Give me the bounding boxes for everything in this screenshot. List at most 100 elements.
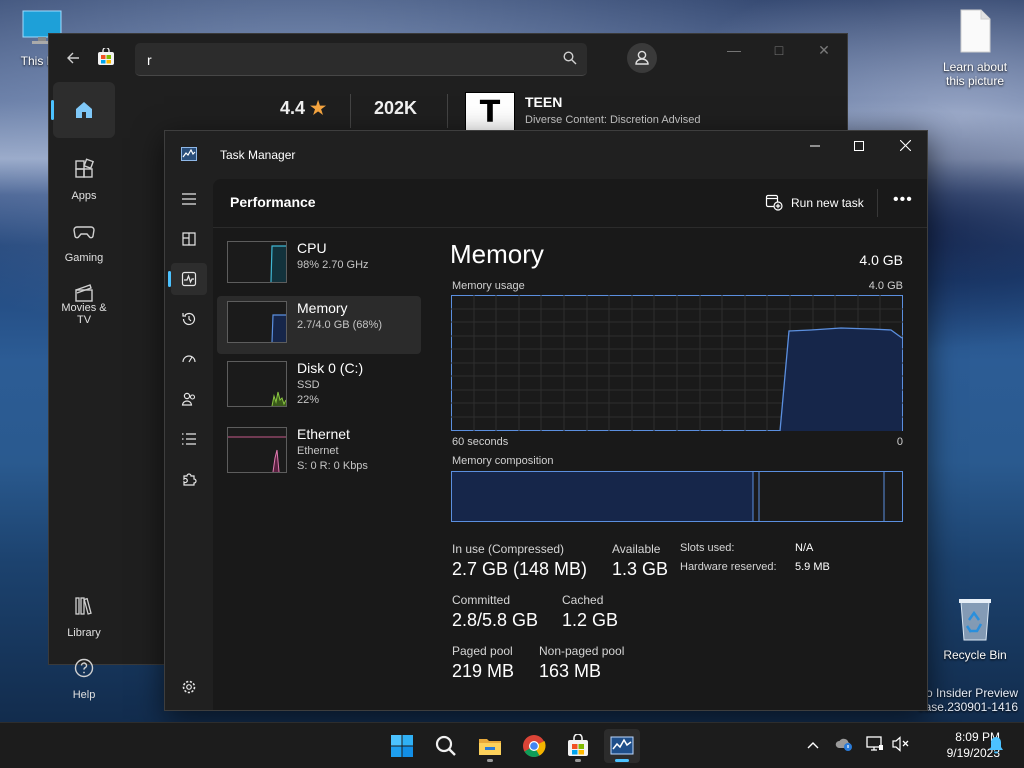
- nav-gaming[interactable]: Gaming: [53, 212, 115, 268]
- taskbar-search-button[interactable]: [428, 729, 464, 763]
- hamburger-icon: [182, 193, 196, 205]
- tab-users[interactable]: [171, 383, 207, 415]
- list-icon: [182, 433, 196, 445]
- processes-icon: [182, 232, 196, 246]
- resource-detail-2: 22%: [297, 394, 320, 406]
- nav-movies-tv[interactable]: Movies & TV: [53, 274, 115, 330]
- store-close-button[interactable]: ✕: [809, 42, 839, 59]
- memory-usage-label: Memory usage: [452, 280, 525, 292]
- taskbar-task-manager[interactable]: [604, 729, 640, 763]
- tm-close-button[interactable]: [882, 131, 928, 161]
- hamburger-menu-button[interactable]: [171, 183, 207, 215]
- tab-startup-apps[interactable]: [171, 343, 207, 375]
- resource-detail: Ethernet: [297, 445, 339, 457]
- resource-name: Disk 0 (C:): [297, 360, 364, 376]
- taskbar-chrome[interactable]: [516, 729, 552, 763]
- ethernet-sparkline: [228, 436, 286, 472]
- memory-composition-label: Memory composition: [452, 455, 554, 467]
- resource-disk[interactable]: Disk 0 (C:) SSD 22%: [217, 356, 421, 414]
- users-icon: [181, 392, 196, 406]
- back-arrow-icon: [67, 52, 79, 64]
- non-paged-pool-label: Non-paged pool: [539, 644, 625, 658]
- running-indicator: [487, 759, 493, 762]
- store-search-box[interactable]: [135, 43, 587, 76]
- run-new-task-label: Run new task: [791, 196, 864, 210]
- back-button[interactable]: [61, 46, 85, 70]
- cached-value: 1.2 GB: [562, 610, 619, 630]
- active-indicator: [615, 759, 629, 762]
- desktop-icon-recycle-bin[interactable]: Recycle Bin: [938, 596, 1012, 662]
- detail-title: Memory: [450, 239, 544, 269]
- resource-name: Memory: [297, 300, 348, 316]
- paged-pool-value: 219 MB: [452, 661, 515, 681]
- store-minimize-button[interactable]: —: [719, 42, 749, 58]
- star-icon: ★: [310, 98, 327, 118]
- taskbar-file-explorer[interactable]: [472, 729, 508, 763]
- more-options-button[interactable]: •••: [893, 191, 913, 209]
- header-divider: [877, 189, 878, 217]
- task-manager-app-icon: [181, 147, 197, 161]
- maximize-icon: [854, 141, 864, 151]
- resource-ethernet[interactable]: Ethernet Ethernet S: 0 R: 0 Kbps: [217, 422, 421, 480]
- tab-details[interactable]: [171, 423, 207, 455]
- nav-home[interactable]: [51, 82, 115, 138]
- memory-usage-area: [780, 328, 902, 431]
- tab-app-history[interactable]: [171, 303, 207, 335]
- notification-bell-icon[interactable]: [988, 736, 1004, 754]
- paged-pool-label: Paged pool: [452, 644, 513, 658]
- task-manager-icon: [610, 736, 634, 755]
- hardware-reserved-label: Hardware reserved:: [680, 561, 777, 573]
- tab-processes[interactable]: [171, 223, 207, 255]
- nav-movies-label: Movies & TV: [61, 302, 107, 326]
- nav-apps[interactable]: Apps: [53, 150, 115, 206]
- resource-detail-2: S: 0 R: 0 Kbps: [297, 460, 368, 472]
- tm-minimize-button[interactable]: [792, 131, 838, 161]
- search-icon: [435, 735, 456, 756]
- tab-services[interactable]: [171, 463, 207, 495]
- page-title: Performance: [230, 194, 316, 210]
- account-button[interactable]: [627, 43, 657, 73]
- tm-titlebar[interactable]: Task Manager: [165, 131, 927, 179]
- recycle-bin-icon: [959, 599, 991, 641]
- search-icon[interactable]: [563, 51, 577, 65]
- film-icon: [75, 284, 93, 302]
- taskbar-microsoft-store[interactable]: [560, 729, 596, 763]
- disk-thumbnail: [227, 361, 287, 407]
- desktop-icon-learn-picture[interactable]: Learn about this picture: [938, 8, 1012, 88]
- slots-used-value: N/A: [795, 542, 814, 554]
- taskbar: 8:09 PM 9/19/2023: [0, 722, 1024, 768]
- store-search-input[interactable]: [145, 48, 549, 72]
- tab-performance[interactable]: [168, 263, 207, 295]
- gamepad-icon: [73, 226, 95, 239]
- new-task-icon: [765, 194, 783, 211]
- store-icon: [568, 734, 588, 756]
- esrb-title: TEEN: [525, 94, 563, 110]
- nav-help[interactable]: Help: [53, 649, 115, 705]
- resource-detail: 98% 2.70 GHz: [297, 259, 369, 271]
- network-icon[interactable]: [866, 736, 884, 752]
- stats-divider: [447, 94, 448, 128]
- tab-settings[interactable]: [171, 671, 207, 703]
- onedrive-icon[interactable]: [834, 736, 854, 752]
- chevron-up-icon[interactable]: [806, 738, 820, 752]
- document-icon: [960, 9, 991, 53]
- nav-library[interactable]: Library: [53, 587, 115, 643]
- memory-usage-max: 4.0 GB: [868, 280, 903, 292]
- nav-apps-label: Apps: [71, 190, 97, 202]
- help-icon: [74, 658, 94, 678]
- resource-memory[interactable]: Memory 2.7/4.0 GB (68%): [217, 296, 421, 354]
- store-titlebar: — □ ✕: [49, 34, 847, 82]
- gear-icon: [182, 680, 196, 694]
- resource-name: CPU: [297, 240, 327, 256]
- recycle-bin-label: Recycle Bin: [943, 648, 1007, 662]
- disk-sparkline: [271, 391, 286, 406]
- resource-cpu[interactable]: CPU 98% 2.70 GHz: [217, 236, 421, 294]
- memory-usage-graph: [451, 295, 903, 431]
- start-button[interactable]: [384, 729, 420, 763]
- committed-value: 2.8/5.8 GB: [452, 610, 539, 630]
- slots-used-label: Slots used:: [680, 542, 735, 554]
- tm-maximize-button[interactable]: [836, 131, 882, 161]
- speaker-muted-icon[interactable]: [892, 736, 910, 752]
- committed-label: Committed: [452, 593, 511, 607]
- store-maximize-button[interactable]: □: [764, 42, 794, 58]
